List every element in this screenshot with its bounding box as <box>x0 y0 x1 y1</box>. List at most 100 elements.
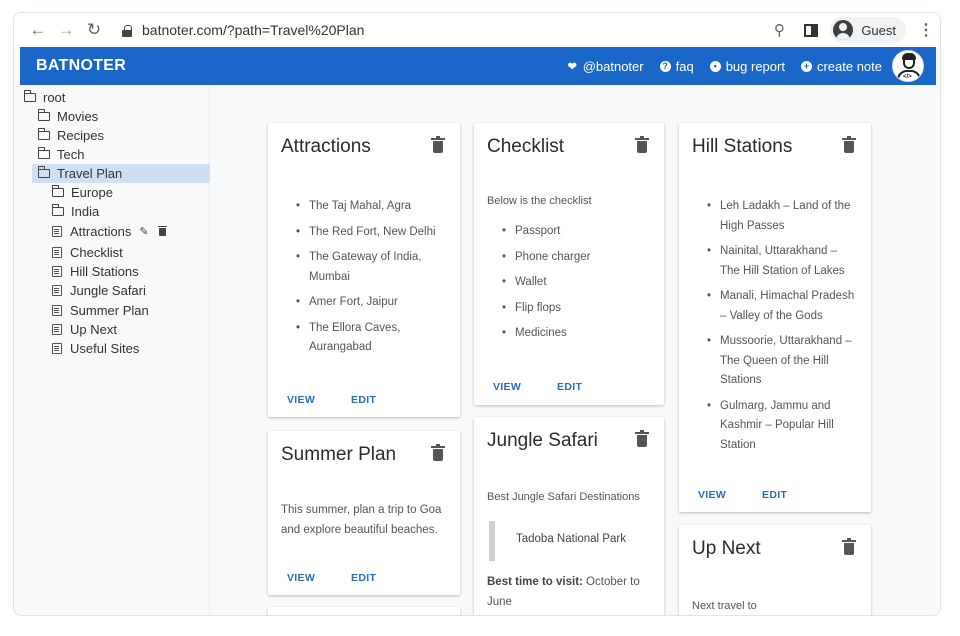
note-card-jungle-safari: Jungle Safari Best Jungle Safari Destina… <box>474 417 664 615</box>
bug-report-label: bug report <box>725 58 785 74</box>
lock-icon <box>122 24 132 37</box>
edit-pencil-icon[interactable]: ✎ <box>139 225 148 238</box>
view-button[interactable]: VIEW <box>287 394 315 406</box>
side-panel-icon[interactable] <box>804 23 819 37</box>
card-title: Hill Stations <box>692 136 793 157</box>
list-item: Wallet <box>502 273 652 293</box>
brand-logo[interactable]: BATNOTER <box>36 57 126 75</box>
edit-button[interactable]: EDIT <box>351 572 376 584</box>
tree-label: Movies <box>57 109 99 124</box>
tree-folder-travel-plan[interactable]: Travel Plan <box>32 164 210 183</box>
create-note-link[interactable]: + create note <box>800 58 882 74</box>
card-body: Next travel to <box>692 600 757 612</box>
list-item: Manali, Himachal Pradesh – Valley of the… <box>707 287 859 326</box>
view-button[interactable]: VIEW <box>493 381 521 393</box>
tree-note-hill-stations[interactable]: Hill Stations <box>52 262 139 281</box>
help-icon: ? <box>659 60 671 72</box>
list-item: Gulmarg, Jammu and Kashmir – Popular Hil… <box>707 397 859 456</box>
tree-label: Tech <box>57 147 85 162</box>
list-item: Medicines <box>502 324 652 344</box>
zoom-icon[interactable]: ⚲ <box>770 21 788 39</box>
tree-note-jungle-safari[interactable]: Jungle Safari <box>52 281 146 300</box>
tree-folder-india[interactable]: India <box>51 202 100 221</box>
tree-folder-movies[interactable]: Movies <box>37 107 99 126</box>
blockquote-text: Tadoba National Park <box>516 533 626 545</box>
browser-menu-icon[interactable]: ⋮ <box>918 20 934 40</box>
note-card-checklist: Checklist Below is the checklist Passpor… <box>474 123 664 405</box>
blockquote-bar <box>489 521 495 561</box>
card-title: Up Next <box>692 538 761 559</box>
tree-label: Recipes <box>57 128 104 143</box>
tree-label: Hill Stations <box>70 264 139 279</box>
list-item: The Taj Mahal, Agra <box>296 197 448 217</box>
url-text[interactable]: batnoter.com/?path=Travel%20Plan <box>142 22 364 38</box>
list-item: Phone charger <box>502 248 652 268</box>
list-item: Flip flops <box>502 299 652 319</box>
edit-button[interactable]: EDIT <box>351 394 376 406</box>
card-body: Passport Phone charger Wallet Flip flops… <box>502 222 652 350</box>
twitter-link[interactable]: ❤ @batnoter <box>567 59 644 74</box>
edit-button[interactable]: EDIT <box>762 489 787 501</box>
user-avatar[interactable]: </> <box>892 50 924 82</box>
delete-trash-icon[interactable] <box>635 136 649 153</box>
tree-label: root <box>43 90 66 105</box>
delete-trash-icon[interactable] <box>842 538 856 555</box>
card-body: Leh Ladakh – Land of the High Passes Nai… <box>707 197 859 461</box>
tree-note-useful-sites[interactable]: Useful Sites <box>52 339 139 358</box>
twitter-link-label: @batnoter <box>582 58 644 74</box>
best-time-text: Best time to visit: October to June <box>487 573 652 612</box>
create-note-label: create note <box>816 58 882 74</box>
tree-note-summer-plan[interactable]: Summer Plan <box>52 301 149 320</box>
card-body: The Taj Mahal, Agra The Red Fort, New De… <box>296 197 448 364</box>
delete-trash-icon[interactable] <box>635 430 649 447</box>
folder-icon <box>51 204 64 216</box>
tree-label: India <box>71 204 100 219</box>
edit-button[interactable]: EDIT <box>557 381 582 393</box>
tree-label: Europe <box>71 185 113 200</box>
list-item: Amer Fort, Jaipur <box>296 293 448 313</box>
bug-report-link[interactable]: • bug report <box>709 58 785 74</box>
tree-folder-recipes[interactable]: Recipes <box>37 126 104 145</box>
tree-label: Attractions <box>70 224 132 239</box>
profile-button[interactable]: Guest <box>830 17 906 43</box>
tree-folder-tech[interactable]: Tech <box>37 145 85 164</box>
note-card-up-next: Up Next Next travel to <box>679 525 871 615</box>
note-card-partial <box>268 607 460 615</box>
tree-label: Useful Sites <box>70 341 140 356</box>
back-button[interactable]: ← <box>24 16 52 44</box>
note-icon <box>52 343 62 354</box>
note-icon <box>52 247 62 258</box>
plus-circle-icon: + <box>800 60 812 72</box>
card-intro: Best Jungle Safari Destinations <box>487 491 640 503</box>
tree-label: Travel Plan <box>57 166 123 181</box>
delete-trash-icon[interactable] <box>842 136 856 153</box>
list-item: The Red Fort, New Delhi <box>296 223 448 243</box>
twitter-icon: ❤ <box>567 60 577 73</box>
tree-note-checklist[interactable]: Checklist <box>52 243 123 262</box>
faq-link[interactable]: ? faq <box>659 58 694 74</box>
list-item: Nainital, Uttarakhand – The Hill Station… <box>707 242 859 281</box>
delete-trash-icon[interactable] <box>431 136 445 153</box>
faq-link-label: faq <box>675 58 694 74</box>
card-body: This summer, plan a trip to Goa and expl… <box>281 504 442 536</box>
view-button[interactable]: VIEW <box>287 572 315 584</box>
address-bar[interactable]: batnoter.com/?path=Travel%20Plan <box>122 17 770 43</box>
forward-button[interactable]: → <box>52 16 80 44</box>
list-item: Leh Ladakh – Land of the High Passes <box>707 197 859 236</box>
view-button[interactable]: VIEW <box>698 489 726 501</box>
tree-note-up-next[interactable]: Up Next <box>52 320 117 339</box>
card-title: Checklist <box>487 136 565 157</box>
profile-icon <box>833 20 854 40</box>
tree-note-attractions[interactable]: Attractions ✎ <box>52 222 167 241</box>
tree-folder-europe[interactable]: Europe <box>51 183 113 202</box>
folder-icon <box>23 90 36 102</box>
reload-button[interactable]: ↻ <box>80 16 108 44</box>
delete-trash-icon[interactable] <box>431 444 445 461</box>
delete-trash-icon[interactable] <box>157 225 167 236</box>
note-icon <box>52 324 62 335</box>
best-time-label: Best time to visit: <box>487 576 583 588</box>
tree-root[interactable]: root <box>23 88 66 107</box>
note-card-hill-stations: Hill Stations Leh Ladakh – Land of the H… <box>679 123 871 512</box>
folder-icon <box>37 147 50 159</box>
tree-label: Summer Plan <box>70 303 149 318</box>
